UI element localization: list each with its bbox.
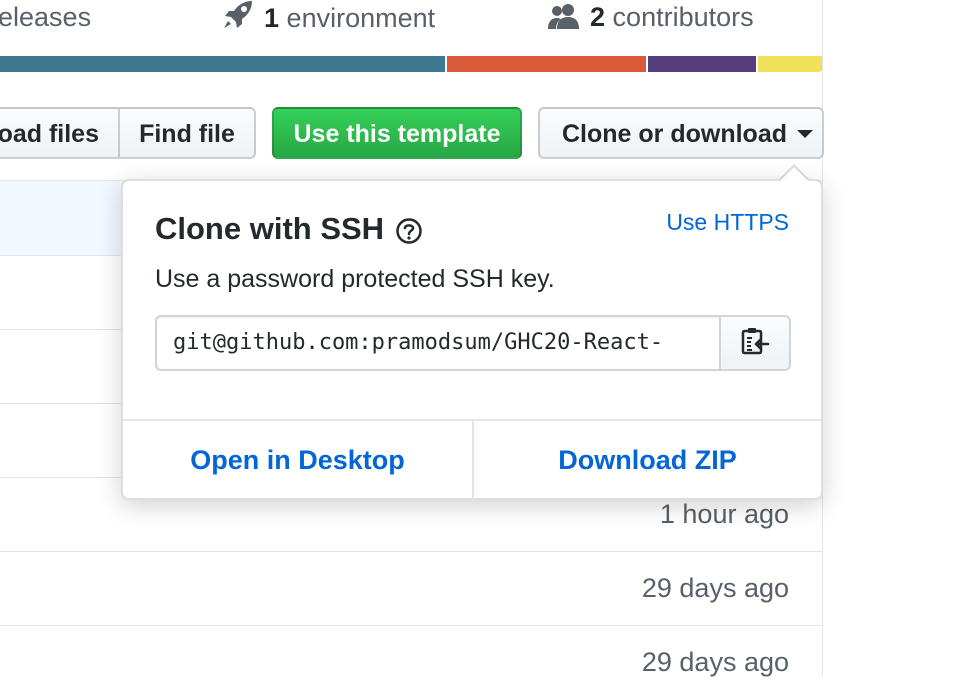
dropdown-pointer-fill (780, 167, 808, 181)
file-age: 29 days ago (641, 647, 789, 677)
use-https-link[interactable]: Use HTTPS (666, 209, 789, 236)
copy-url-button[interactable] (719, 315, 791, 371)
table-row[interactable]: 29 days ago (0, 625, 822, 700)
environment-label: environment (286, 3, 436, 33)
clone-dropdown-footer: Open in Desktop Download ZIP (123, 419, 821, 502)
language-bar-segment[interactable] (758, 56, 823, 72)
clone-download-button[interactable]: Clone or download (538, 107, 824, 159)
download-zip-link[interactable]: Download ZIP (474, 421, 821, 500)
language-bar-segment[interactable] (648, 56, 757, 72)
table-row[interactable]: 29 days ago (0, 551, 822, 626)
clone-dropdown: Clone with SSH Use HTTPS Use a password … (121, 179, 823, 500)
language-bar[interactable] (0, 56, 823, 72)
clipboard-icon (740, 326, 770, 361)
clone-url-input[interactable]: git@github.com:pramodsum/GHC20-React- (155, 315, 721, 371)
contributors-label: contributors (612, 2, 754, 32)
people-icon (548, 3, 580, 37)
clone-download-label: Clone or download (562, 120, 787, 148)
contributors-count: 2 (590, 2, 606, 32)
file-age: 29 days ago (641, 573, 789, 603)
use-template-button[interactable]: Use this template (272, 107, 522, 159)
find-file-button[interactable]: Find file (118, 107, 256, 159)
upload-files-button[interactable]: oad files (0, 107, 122, 159)
question-icon[interactable] (395, 217, 423, 250)
environment-count: 1 (264, 3, 280, 33)
open-in-desktop-link[interactable]: Open in Desktop (123, 421, 474, 500)
environments-summary[interactable]: 1 environment (222, 0, 435, 34)
rocket-icon (222, 0, 254, 38)
clone-title: Clone with SSH (155, 211, 385, 246)
language-bar-segment[interactable] (0, 56, 445, 72)
contributors-summary[interactable]: 2 contributors (548, 0, 754, 34)
releases-summary[interactable]: eleases (0, 0, 91, 34)
clone-url-group: git@github.com:pramodsum/GHC20-React- (155, 315, 791, 371)
caret-down-icon (797, 130, 813, 138)
language-bar-segment[interactable] (446, 56, 647, 72)
clone-description: Use a password protected SSH key. (155, 265, 555, 293)
releases-label: eleases (0, 2, 92, 32)
